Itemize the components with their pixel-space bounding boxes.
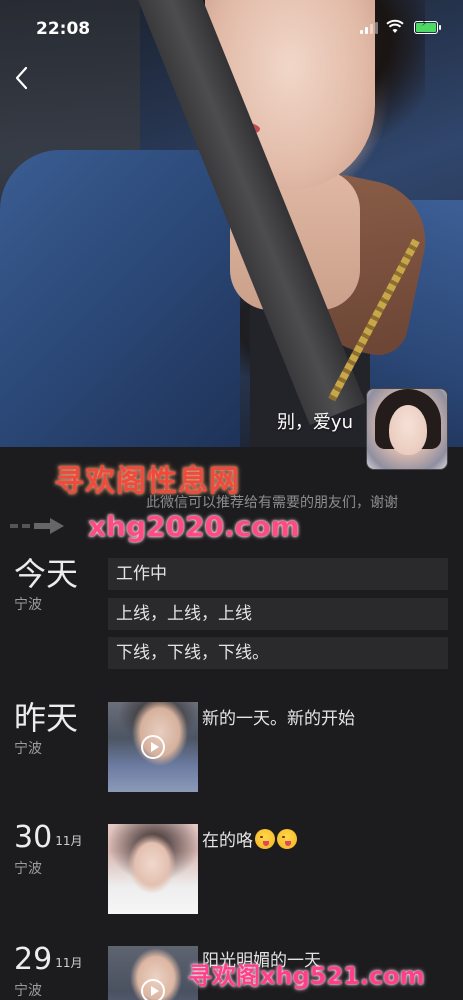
play-icon — [141, 979, 165, 1000]
profile-name[interactable]: 别，爱yu — [277, 408, 353, 434]
post-caption: 在的咯 — [202, 831, 253, 851]
date-day: 30 — [14, 820, 53, 855]
battery-icon — [414, 19, 441, 34]
date-location: 宁波 — [14, 983, 42, 999]
date-label: 今天 — [14, 555, 79, 593]
avatar-face-shape — [389, 405, 427, 455]
watermark-bottom: 寻欢阁xhg521.com — [188, 962, 425, 990]
status-bar: 22:08 — [0, 0, 463, 48]
date-day: 29 — [14, 942, 53, 977]
text-post[interactable]: 上线，上线，上线 — [108, 598, 448, 630]
video-thumbnail[interactable] — [108, 702, 198, 792]
emoji-tongue-icon — [255, 829, 275, 849]
date-month: 11月 — [55, 956, 83, 970]
date-location: 宁波 — [14, 597, 42, 613]
cover-jacket-shape — [0, 150, 240, 447]
date-location: 宁波 — [14, 741, 42, 757]
date-month: 11月 — [55, 834, 83, 848]
signal-icon — [360, 22, 378, 34]
emoji-tongue-icon — [277, 829, 297, 849]
wifi-icon — [386, 19, 404, 33]
date-location: 宁波 — [14, 861, 42, 877]
timeline-date-29: 29 11月 宁波 — [14, 942, 82, 1000]
photo-thumbnail[interactable] — [108, 824, 198, 914]
text-post[interactable]: 下线，下线，下线。 — [108, 637, 448, 669]
status-time: 22:08 — [36, 19, 91, 39]
back-button[interactable] — [14, 66, 40, 96]
video-thumbnail[interactable] — [108, 946, 198, 1000]
timeline-date-30: 30 11月 宁波 — [14, 820, 82, 878]
timeline-date-today: 今天 宁波 — [14, 556, 78, 614]
timeline-date-yesterday: 昨天 宁波 — [14, 700, 78, 758]
date-label: 昨天 — [14, 699, 79, 737]
post-caption-row[interactable]: 在的咯 — [202, 826, 297, 851]
arrow-right-icon — [10, 518, 64, 534]
profile-signature: 此微信可以推荐给有需要的朋友们，谢谢 — [146, 495, 398, 511]
cover-photo[interactable] — [0, 0, 463, 447]
text-post[interactable]: 工作中 — [108, 558, 448, 590]
play-icon — [141, 735, 165, 759]
avatar[interactable] — [366, 388, 448, 470]
watermark-middle: xhg2020.com — [88, 510, 300, 543]
chevron-left-icon — [15, 66, 28, 90]
post-caption[interactable]: 新的一天。新的开始 — [202, 704, 355, 729]
